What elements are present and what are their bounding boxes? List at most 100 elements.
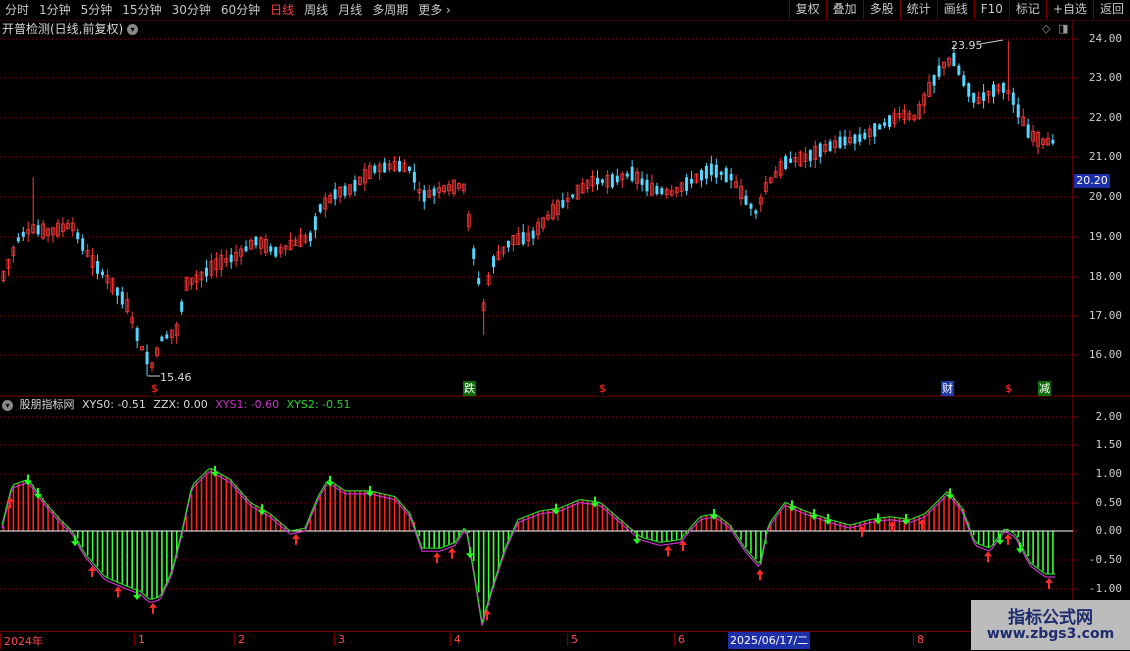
candle-body (373, 165, 377, 173)
price-tick-label: 21.00 (1088, 150, 1122, 163)
candle-body (76, 232, 80, 240)
xys2-line (1, 468, 1055, 623)
candle-body (101, 271, 104, 275)
candle-body (318, 204, 322, 212)
candle-body (343, 185, 347, 196)
candle-body (229, 254, 233, 263)
price-tick-label: 24.00 (1088, 32, 1122, 45)
zzx-value: ZZX: 0.00 (153, 398, 208, 411)
candle-body (714, 164, 718, 178)
candle-body (506, 240, 510, 248)
candle-body (610, 174, 614, 188)
signal-marker[interactable]: 财 (941, 381, 954, 396)
candle-body (853, 134, 857, 144)
indicator-name: 股朋指标网 (19, 398, 75, 411)
price-tick-label: 22.00 (1088, 111, 1122, 124)
candle-body (472, 248, 476, 259)
sell-arrow-icon (133, 595, 141, 601)
candle-body (615, 175, 619, 183)
signal-marker[interactable]: $ (150, 381, 159, 396)
chevron-down-icon[interactable]: ▾ (2, 399, 13, 411)
indicator-tick-label: 0.00 (1095, 524, 1123, 537)
candle-body (858, 134, 862, 142)
candle-body (422, 190, 426, 202)
candle-body (625, 173, 629, 177)
candle-body (640, 178, 644, 185)
candle-body (36, 225, 40, 235)
candle-body (660, 188, 664, 195)
indicator-tick-label: -0.50 (1088, 553, 1122, 566)
price-tick-label: 16.00 (1088, 348, 1122, 361)
candle-body (204, 267, 208, 277)
xys1-line (1, 471, 1055, 626)
candle-body (630, 166, 634, 181)
date-label: 3 (334, 633, 345, 646)
signal-marker[interactable]: $ (1004, 381, 1013, 396)
candle-body (883, 122, 887, 126)
signal-marker[interactable]: 跌 (463, 381, 476, 396)
candle-body (808, 150, 812, 161)
current-price-tag: 20.20 (1074, 174, 1110, 188)
watermark-logo: 指标公式网 www.zbgs3.com (971, 600, 1130, 650)
candle-body (873, 123, 877, 137)
high-leader-line (979, 39, 1004, 45)
indicator-tick-label: 2.00 (1095, 410, 1123, 423)
buy-arrow-icon (984, 551, 992, 557)
date-label: 6 (674, 633, 685, 646)
candle-body (719, 171, 723, 175)
candle-body (957, 65, 961, 75)
watermark-title: 指标公式网 (1008, 608, 1093, 628)
candle-body (254, 236, 258, 246)
sell-arrow-icon (466, 553, 474, 559)
price-tick-label: 19.00 (1088, 230, 1122, 243)
candle-body (789, 158, 793, 163)
date-label: 1 (134, 633, 145, 646)
selected-date: 2025/06/17/二 (728, 632, 811, 649)
indicator-tick-label: 0.50 (1095, 496, 1123, 509)
candle-body (962, 75, 966, 86)
price-tick-label: 17.00 (1088, 309, 1122, 322)
date-axis: 8 6 5 4 3 2 1 2024年 2025/06/17/二 (0, 631, 1076, 651)
candle-body (244, 246, 248, 252)
candle-body (699, 170, 703, 181)
indicator-tick-label: 1.50 (1095, 438, 1123, 451)
candle-body (729, 173, 733, 181)
candle-body (432, 188, 436, 196)
candle-body (690, 178, 694, 184)
candle-body (531, 230, 535, 239)
candle-body (81, 238, 85, 251)
candle-body (571, 194, 575, 198)
candle-body (1001, 82, 1005, 93)
candle-body (145, 351, 149, 365)
candle-body (645, 179, 649, 192)
candle-body (952, 53, 956, 67)
high-price-label: 23.95 (951, 39, 983, 52)
date-label: 2 (234, 633, 245, 646)
candle-body (972, 92, 976, 103)
candle-body (749, 203, 753, 209)
indicator-tick-label: -1.00 (1088, 582, 1122, 595)
candle-body (838, 136, 842, 148)
candle-body (21, 231, 25, 237)
watermark-url: www.zbgs3.com (986, 626, 1115, 642)
candle-body (932, 74, 936, 86)
chart-canvas[interactable]: 23.95 15.46 (0, 0, 1130, 650)
candle-body (16, 237, 20, 242)
signal-marker[interactable]: $ (598, 381, 607, 396)
candle-body (353, 180, 357, 192)
candle-body (1011, 92, 1015, 105)
candle-body (878, 124, 882, 130)
candle-body (180, 301, 184, 312)
price-tick-label: 18.00 (1088, 270, 1122, 283)
indicator-header[interactable]: ▾ 股朋指标网 XYS0: -0.51 ZZX: 0.00 XYS1: -0.6… (2, 397, 355, 413)
buy-arrow-icon (756, 569, 764, 575)
candle-body (269, 246, 273, 252)
date-label: 5 (567, 633, 578, 646)
candle-body (477, 278, 481, 285)
xys2-value: XYS2: -0.51 (286, 398, 351, 411)
signal-marker[interactable]: 减 (1038, 381, 1051, 396)
candle-body (412, 171, 416, 183)
candle-body (407, 166, 411, 171)
date-label: 2024年 (0, 633, 43, 649)
buy-arrow-icon (664, 545, 672, 551)
